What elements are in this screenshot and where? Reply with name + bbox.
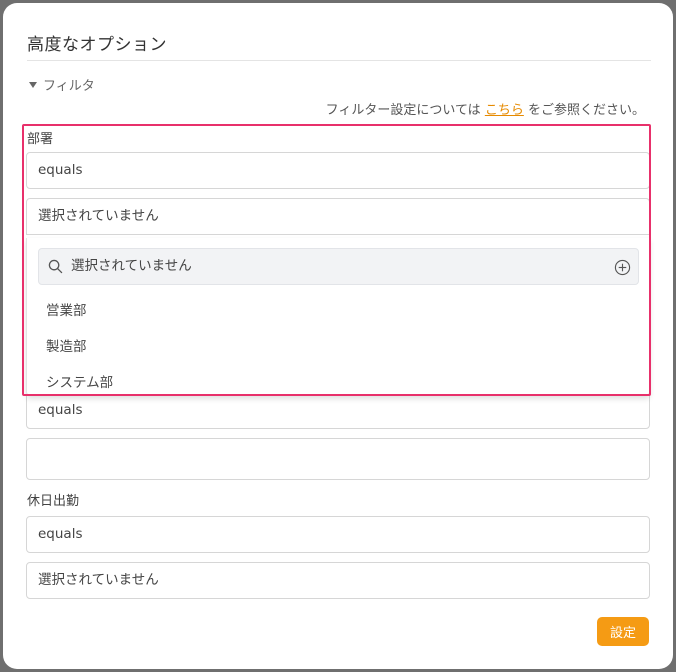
dropdown-search-input[interactable]: 選択されていません [38,248,639,285]
search-icon [48,259,63,274]
department-value-select[interactable]: 選択されていません [26,198,650,235]
department-label: 部署 [27,132,54,147]
help-note-suffix: をご参照ください。 [527,103,645,118]
filter-section-toggle[interactable]: フィルタ [29,75,95,94]
dropdown-search-placeholder: 選択されていません [71,258,192,274]
dropdown-option[interactable]: 製造部 [46,335,87,355]
holiday-work-operator-select[interactable]: equals [26,516,650,553]
add-circle-icon[interactable] [614,259,631,276]
dropdown-option[interactable]: 営業部 [46,299,87,319]
second-operator-select[interactable]: equals [26,392,650,429]
caret-down-icon [29,81,37,88]
dialog-title: 高度なオプション [27,35,167,55]
second-value-input[interactable] [26,438,650,480]
department-operator-select[interactable]: equals [26,152,650,189]
holiday-work-label: 休日出勤 [27,494,80,509]
title-divider [27,60,651,61]
holiday-work-value-select[interactable]: 選択されていません [26,562,650,599]
dropdown-option[interactable]: システム部 [46,371,113,391]
filter-help-note: フィルター設定については こちら をご参照ください。 [326,99,645,118]
help-link[interactable]: こちら [485,103,524,118]
help-note-prefix: フィルター設定については [325,103,481,118]
department-dropdown: 選択されていません 営業部 製造部 システム部 [26,238,650,396]
filter-toggle-label: フィルタ [43,79,95,94]
set-button[interactable]: 設定 [597,617,649,646]
advanced-options-dialog: 高度なオプション フィルタ フィルター設定については こちら をご参照ください。… [3,3,673,669]
